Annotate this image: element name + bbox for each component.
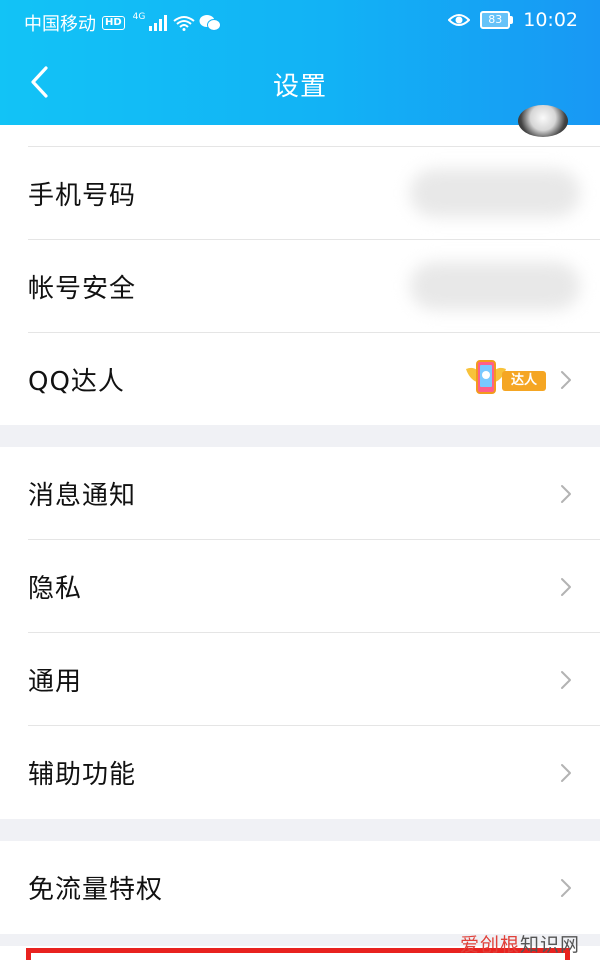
settings-item-label: 消息通知 [28,481,137,511]
settings-item-label: 辅助功能 [28,760,137,790]
chevron-right-icon [561,485,571,503]
status-bar: 中国移动 HD 4G 83 10:02 [0,0,600,42]
chevron-right-icon [561,879,571,897]
wifi-icon [173,16,195,31]
battery-cap [510,16,514,24]
status-right: 83 10:02 [448,9,578,31]
wechat-icon [199,15,222,31]
settings-item-general[interactable]: 通用 [0,633,600,726]
settings-item-label: 手机号码 [28,181,137,211]
settings-item-privacy[interactable]: 隐私 [0,540,600,633]
settings-item-label: 免流量特权 [28,875,164,905]
settings-item-account-security[interactable]: 帐号安全 [0,240,600,333]
battery-level: 83 [480,11,511,29]
settings-item-label: QQ达人 [28,367,125,397]
daren-badge-text: 达人 [502,371,546,391]
battery-icon: 83 [480,11,514,29]
watermark-part2: 知识网 [519,934,580,956]
eye-icon [448,14,471,26]
settings-item-accessibility[interactable]: 辅助功能 [0,726,600,819]
carrier-name: 中国移动 [24,14,96,35]
watermark-part1: 爱创根 [459,934,520,956]
header-bar: 中国移动 HD 4G 83 10:02 设置 [0,0,600,125]
watermark: 爱创根知识网 [460,930,580,957]
settings-item-qq-daren[interactable]: QQ达人 达人 [0,333,600,426]
settings-item-label: 帐号安全 [28,274,137,304]
settings-group-account: 手机号码 帐号安全 QQ达人 达人 [0,105,600,426]
profile-row-remnant[interactable] [0,105,600,147]
clock: 10:02 [523,9,578,31]
obscured-value [410,262,580,310]
network-type: 4G [132,12,146,22]
chevron-right-icon [561,371,571,389]
settings-item-notifications[interactable]: 消息通知 [0,447,600,540]
settings-item-label: 通用 [28,667,83,697]
chevron-right-icon [561,578,571,596]
settings-group-data: 免流量特权 [0,841,600,934]
chevron-right-icon [561,671,571,689]
signal-icon [149,15,168,31]
obscured-value [410,169,580,217]
settings-item-free-data[interactable]: 免流量特权 [0,841,600,934]
settings-item-phone-number[interactable]: 手机号码 [0,147,600,240]
chevron-right-icon [561,764,571,782]
settings-group-general: 消息通知 隐私 通用 辅助功能 [0,447,600,819]
hd-badge: HD [102,16,125,30]
status-left: 中国移动 HD 4G [24,10,222,36]
avatar [518,105,568,137]
settings-item-label: 隐私 [28,574,83,604]
daren-badge: 达人 [462,355,546,403]
page-title: 设置 [272,72,327,102]
